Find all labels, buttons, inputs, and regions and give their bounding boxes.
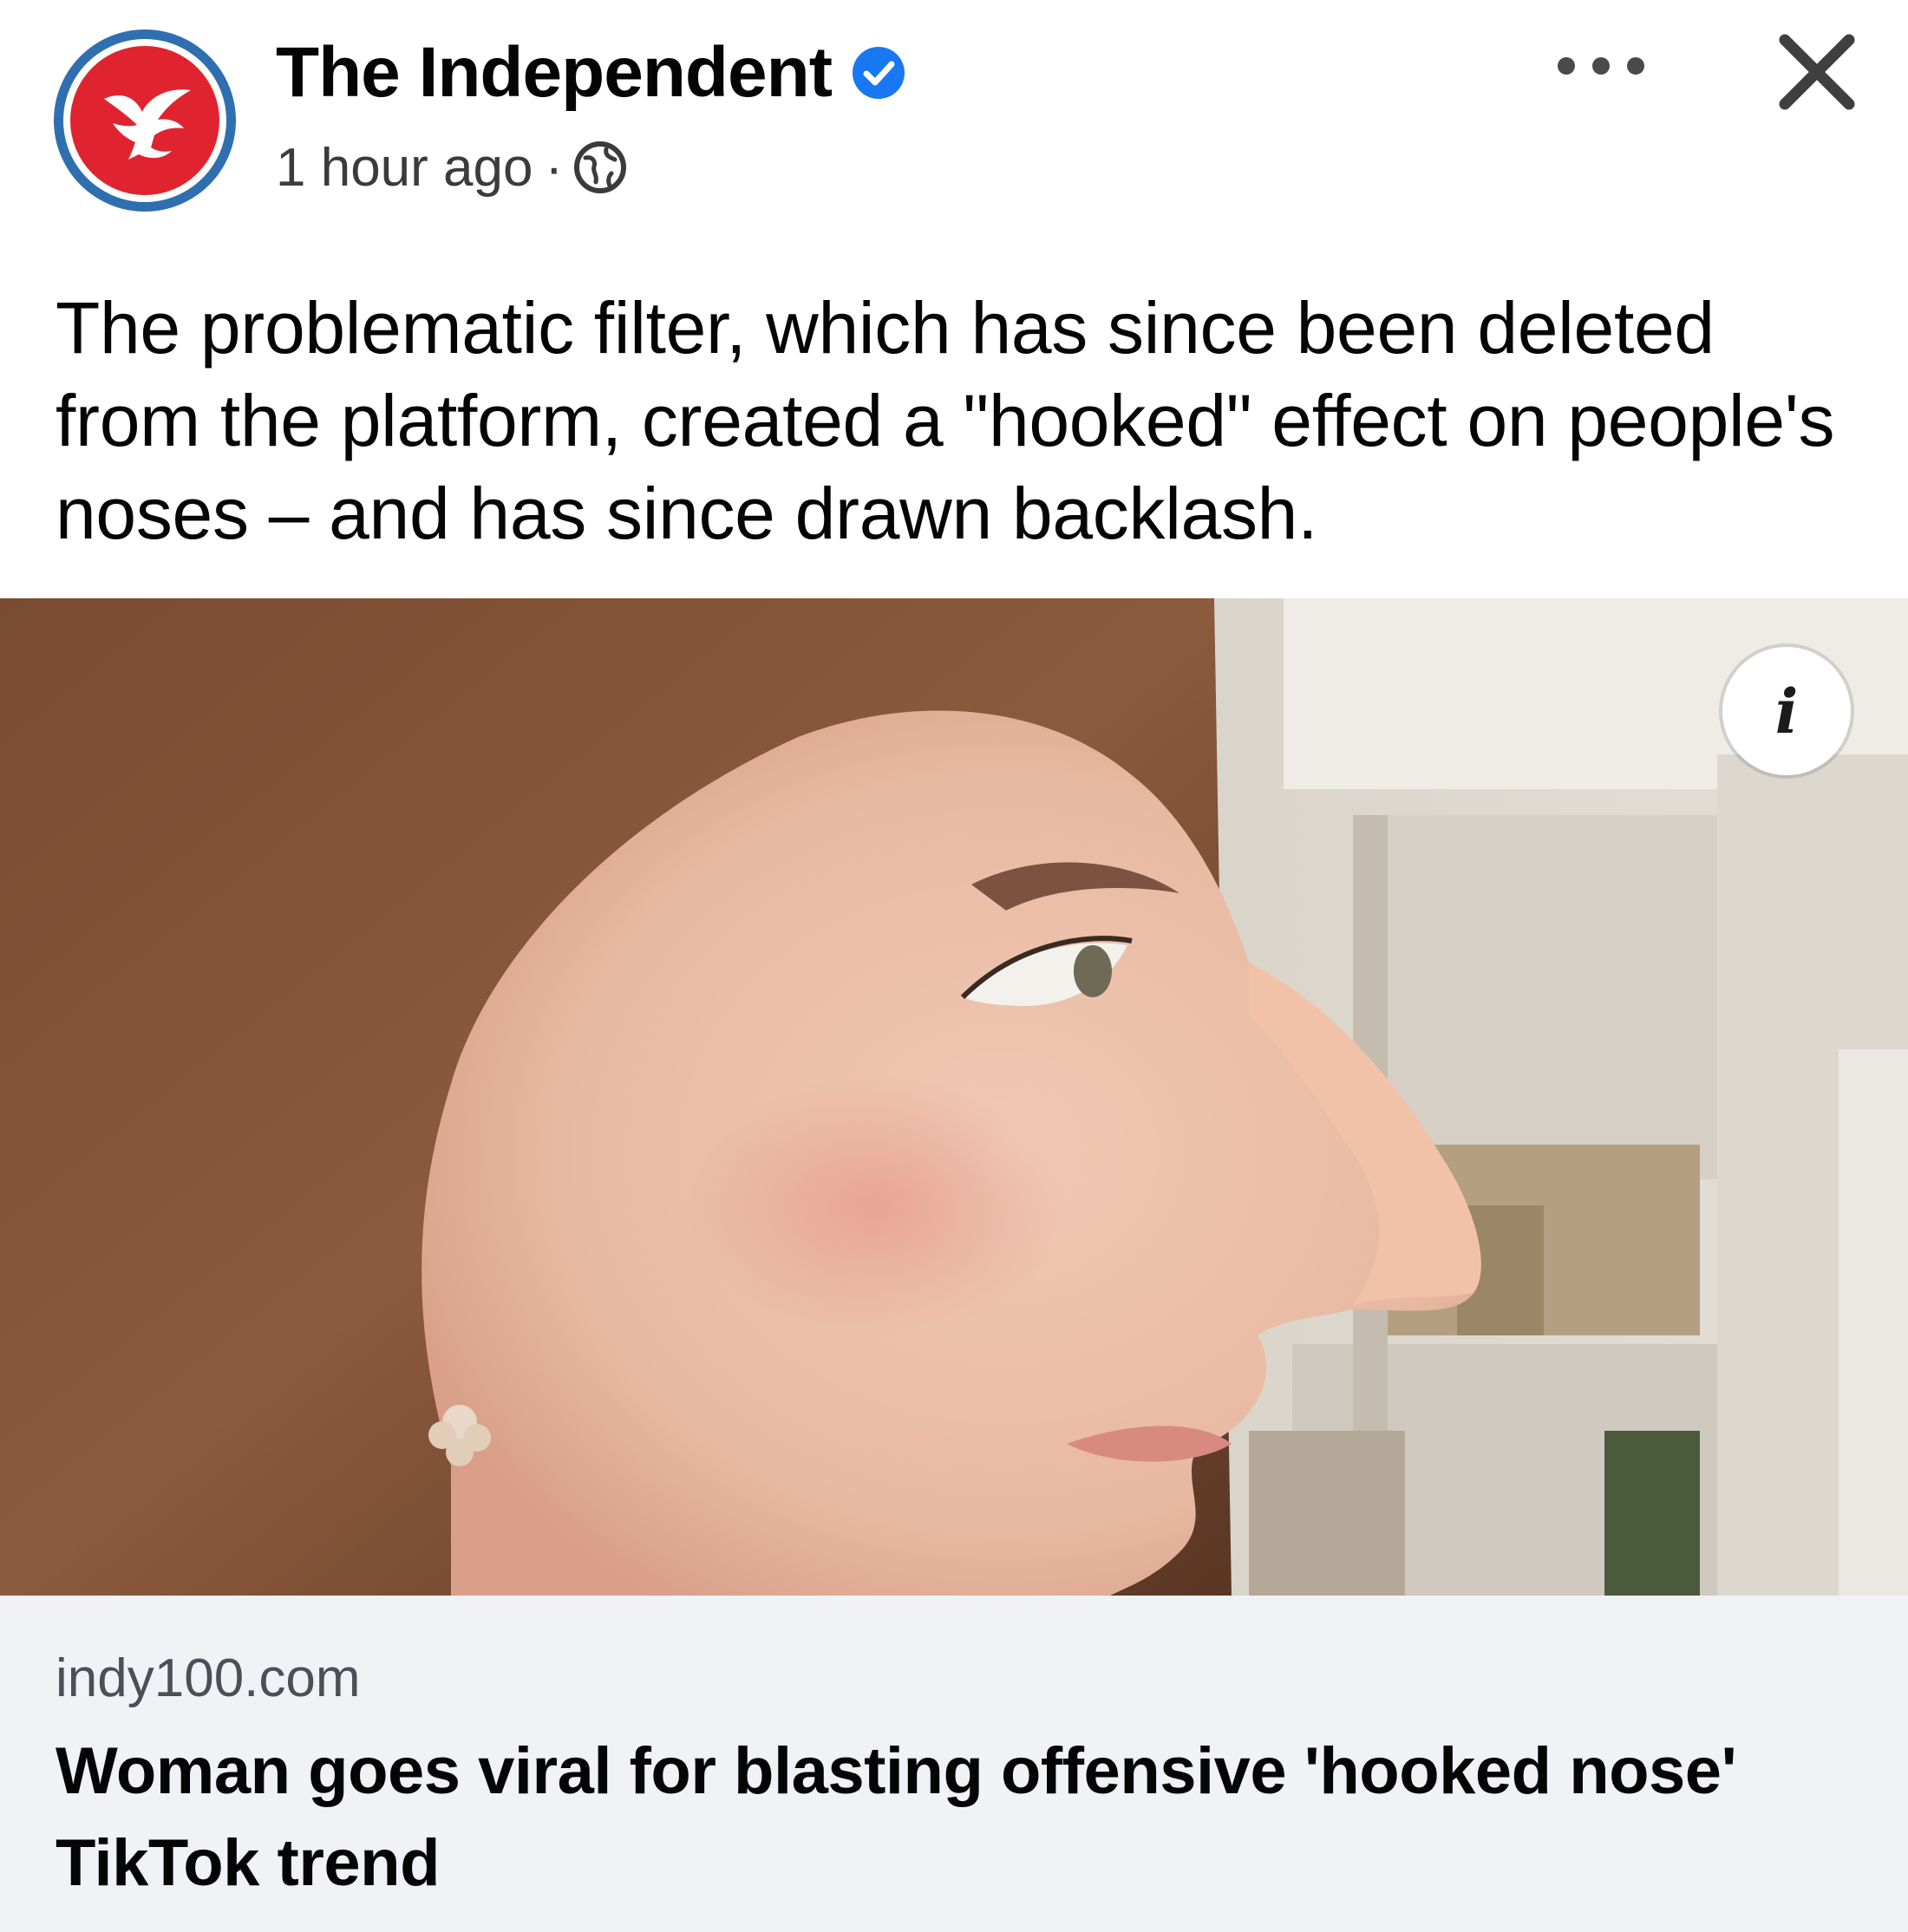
woman-profile-photo	[0, 598, 1908, 1596]
link-headline[interactable]: Woman goes viral for blasting offensive …	[56, 1726, 1859, 1909]
globe-icon[interactable]	[573, 140, 627, 194]
eagle-logo-icon	[70, 46, 219, 195]
avatar-ring	[63, 39, 226, 202]
post-meta: 1 hour ago ·	[276, 130, 627, 205]
post-header: The Independent 1 hour ago ·	[0, 0, 1908, 260]
verified-badge-icon	[853, 47, 905, 99]
info-icon[interactable]: i	[1722, 647, 1851, 775]
more-options-icon[interactable]	[1558, 40, 1644, 92]
page-avatar[interactable]	[54, 29, 236, 212]
info-glyph: i	[1774, 675, 1799, 747]
post-timestamp[interactable]: 1 hour ago	[276, 137, 533, 199]
meta-separator: ·	[545, 137, 564, 198]
page-name[interactable]: The Independent	[276, 32, 833, 114]
post-caption: The problematic filter, which has since …	[56, 287, 1835, 554]
link-preview-image[interactable]	[0, 598, 1908, 1596]
close-icon[interactable]	[1769, 24, 1865, 120]
page-name-row: The Independent	[276, 31, 906, 114]
link-domain[interactable]: indy100.com	[56, 1648, 361, 1709]
